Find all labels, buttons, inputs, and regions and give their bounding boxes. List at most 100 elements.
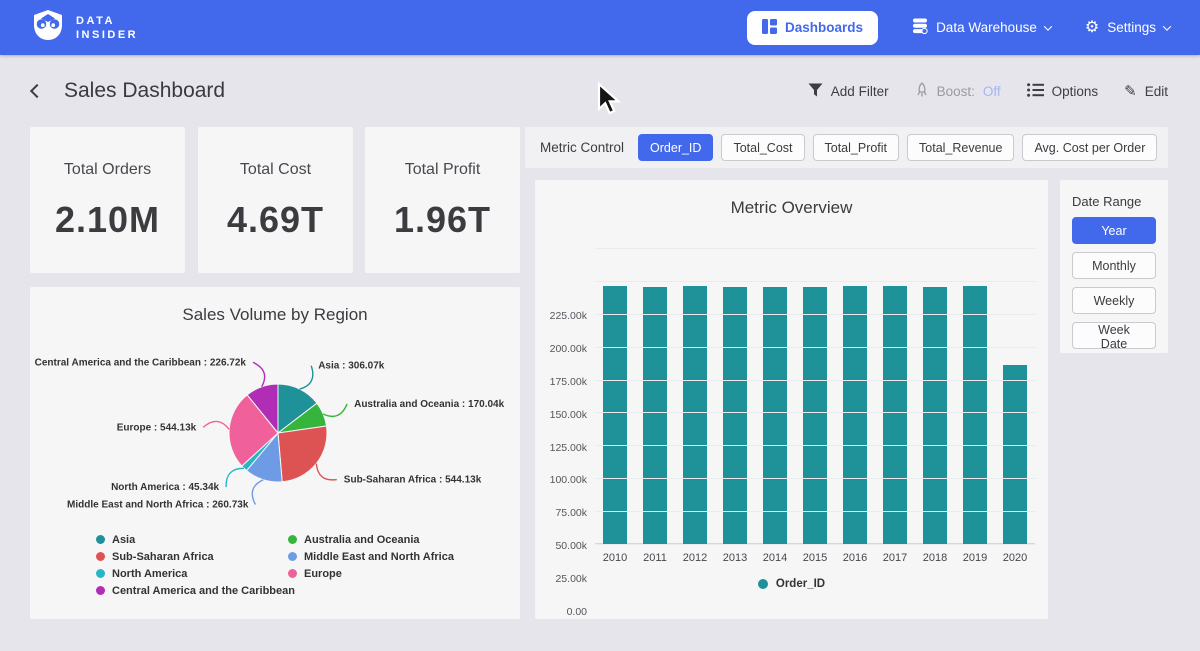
legend-label: Europe [304, 568, 342, 580]
pencil-icon: ✎ [1124, 82, 1137, 100]
bar-2010[interactable] [603, 286, 627, 544]
legend-dot [288, 552, 297, 561]
y-tick-label: 150.00k [550, 409, 587, 421]
y-tick-label: 225.00k [550, 310, 587, 322]
pie-label-australia-and-oceania: Australia and Oceania : 170.04k [354, 399, 505, 410]
bar-slot [715, 287, 755, 544]
x-tick-label-2020: 2020 [995, 552, 1035, 564]
kpi-label: Total Orders [30, 161, 185, 179]
bar-2016[interactable] [843, 286, 867, 544]
bar-2017[interactable] [883, 286, 907, 544]
boost-toggle[interactable]: Boost: Off [915, 82, 1001, 101]
pie-callout-line [252, 480, 263, 505]
metric-option-order-id[interactable]: Order_ID [638, 134, 713, 161]
options-button[interactable]: Options [1027, 83, 1099, 100]
pie-legend-item-europe[interactable]: Europe [288, 565, 480, 582]
legend-dot [758, 579, 768, 589]
metric-option-total-profit[interactable]: Total_Profit [813, 134, 900, 161]
legend-dot [96, 535, 105, 544]
pie-legend-item-sub-saharan-africa[interactable]: Sub-Saharan Africa [96, 548, 288, 565]
add-filter-button[interactable]: Add Filter [808, 83, 889, 100]
bar-slot [795, 287, 835, 544]
page-title: Sales Dashboard [64, 79, 225, 103]
kpi-value: 1.96T [365, 199, 520, 241]
x-tick-label-2019: 2019 [955, 552, 995, 564]
gridline [595, 314, 1035, 315]
date-range-option-weekly[interactable]: Weekly [1072, 287, 1156, 314]
metric-option-total-cost[interactable]: Total_Cost [721, 134, 804, 161]
date-range-option-week-date[interactable]: Week Date [1072, 322, 1156, 349]
bar-2014[interactable] [763, 287, 787, 544]
x-tick-label-2010: 2010 [595, 552, 635, 564]
pie-label-sub-saharan-africa: Sub-Saharan Africa : 544.13k [344, 475, 482, 486]
legend-label: North America [112, 568, 187, 580]
bar-series [595, 248, 1035, 544]
x-tick-label-2013: 2013 [715, 552, 755, 564]
x-tick-label-2018: 2018 [915, 552, 955, 564]
bar-2019[interactable] [963, 286, 987, 544]
metric-control-label: Metric Control [540, 140, 624, 155]
page-header: Sales Dashboard Add Filter Boost: Off [0, 55, 1200, 127]
bar-slot [955, 286, 995, 544]
data-warehouse-label: Data Warehouse [936, 20, 1037, 35]
bar-slot [595, 286, 635, 544]
pie-label-central-america-and-the-caribbean: Central America and the Caribbean : 226.… [35, 357, 247, 368]
dashboards-grid-icon [762, 19, 777, 37]
metric-button-group: Order_ID Total_Cost Total_Profit Total_Reve… [638, 134, 1157, 161]
chevron-down-icon [1044, 22, 1052, 30]
gridline [595, 445, 1035, 446]
pie-legend-item-middle-east-and-north-africa[interactable]: Middle East and North Africa [288, 548, 480, 565]
date-range-option-monthly[interactable]: Monthly [1072, 252, 1156, 279]
pie-label-middle-east-and-north-africa: Middle East and North Africa : 260.73k [67, 500, 249, 511]
bar-2020[interactable] [1003, 365, 1027, 544]
pie-legend-item-central-america-and-the-caribbean[interactable]: Central America and the Caribbean [96, 582, 288, 599]
bar-slot [755, 287, 795, 544]
legend-dot [96, 569, 105, 578]
gridline [595, 380, 1035, 381]
dashboards-label: Dashboards [785, 20, 863, 35]
bar-2012[interactable] [683, 286, 707, 544]
pie-legend-item-north-america[interactable]: North America [96, 565, 288, 582]
y-tick-label: 100.00k [550, 474, 587, 486]
y-tick-label: 200.00k [550, 343, 587, 355]
back-button[interactable] [30, 84, 44, 98]
boost-status: Off [983, 84, 1001, 99]
bar-slot [675, 286, 715, 544]
pie-legend-item-asia[interactable]: Asia [96, 531, 288, 548]
data-warehouse-menu[interactable]: Data Warehouse [912, 18, 1051, 37]
settings-menu[interactable]: ⚙ Settings [1085, 20, 1170, 36]
bar-chart-legend: Order_ID [535, 578, 1048, 590]
bar-slot [915, 287, 955, 544]
kpi-card-total-profit: Total Profit 1.96T [365, 127, 520, 273]
kpi-card-total-cost: Total Cost 4.69T [198, 127, 353, 273]
metric-control-bar: Metric Control Order_ID Total_Cost Total_P… [525, 127, 1168, 168]
pie-legend-item-australia-and-oceania[interactable]: Australia and Oceania [288, 531, 480, 548]
y-tick-label: 125.00k [550, 442, 587, 454]
filter-funnel-icon [808, 83, 823, 100]
date-range-option-year[interactable]: Year [1072, 217, 1156, 244]
legend-dot [96, 586, 105, 595]
edit-button[interactable]: ✎ Edit [1124, 82, 1168, 100]
legend-dot [288, 535, 297, 544]
bar-2018[interactable] [923, 287, 947, 544]
gridline [595, 478, 1035, 479]
y-tick-label: 175.00k [550, 376, 587, 388]
kpi-label: Total Cost [198, 161, 353, 179]
bar-2011[interactable] [643, 287, 667, 544]
gridline [595, 248, 1035, 249]
pie-chart-legend: AsiaSub-Saharan Africa North America Centr… [96, 531, 480, 599]
dashboards-button[interactable]: Dashboards [747, 11, 878, 45]
bar-2015[interactable] [803, 287, 827, 544]
metric-option-total-revenue[interactable]: Total_Revenue [907, 134, 1014, 161]
bar-chart-title: Metric Overview [535, 180, 1048, 218]
database-icon [912, 18, 928, 37]
metric-option-avg-cost-per-order[interactable]: Avg. Cost per Order [1022, 134, 1157, 161]
chevron-down-icon [1163, 22, 1171, 30]
date-range-label: Date Range [1072, 194, 1156, 209]
app-logo[interactable]: DATA INSIDER [30, 9, 138, 46]
bar-2013[interactable] [723, 287, 747, 544]
kpi-value: 2.10M [30, 199, 185, 241]
pie-callout-line [203, 421, 229, 429]
bar-slot [995, 365, 1035, 544]
logo-text: DATA INSIDER [76, 14, 138, 42]
